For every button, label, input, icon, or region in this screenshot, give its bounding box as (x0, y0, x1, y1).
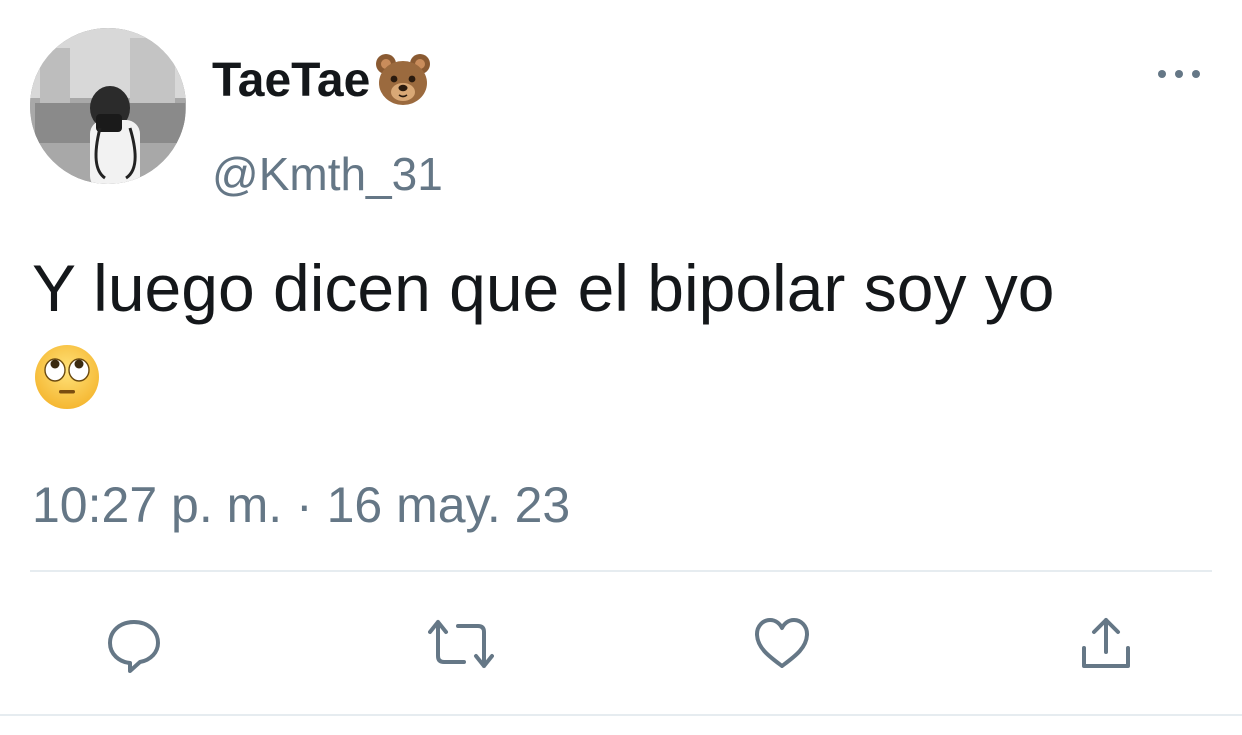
display-name[interactable]: TaeTae (212, 50, 432, 110)
more-dot (1192, 70, 1200, 78)
bear-face-emoji-icon (376, 54, 431, 105)
bottom-divider (0, 714, 1242, 716)
avatar[interactable] (30, 28, 186, 184)
tweet-text: Y luego dicen que el bipolar soy yo (32, 251, 1055, 325)
like-icon[interactable] (752, 614, 812, 674)
face-with-rolling-eyes-emoji-icon (35, 345, 99, 409)
more-dot (1175, 70, 1183, 78)
reply-icon[interactable] (104, 614, 164, 674)
divider (30, 570, 1212, 572)
share-icon[interactable] (1076, 614, 1136, 674)
tweet-timestamp[interactable]: 10:27 p. m. · 16 may. 23 (32, 476, 570, 534)
display-name-text: TaeTae (212, 53, 371, 107)
more-options-icon[interactable] (1158, 62, 1200, 86)
retweet-icon[interactable] (428, 614, 494, 674)
user-handle[interactable]: @Kmth_31 (212, 146, 443, 202)
tweet-card: TaeTae @Kmth_31 Y luego dicen que el bip… (0, 0, 1242, 735)
more-dot (1158, 70, 1166, 78)
